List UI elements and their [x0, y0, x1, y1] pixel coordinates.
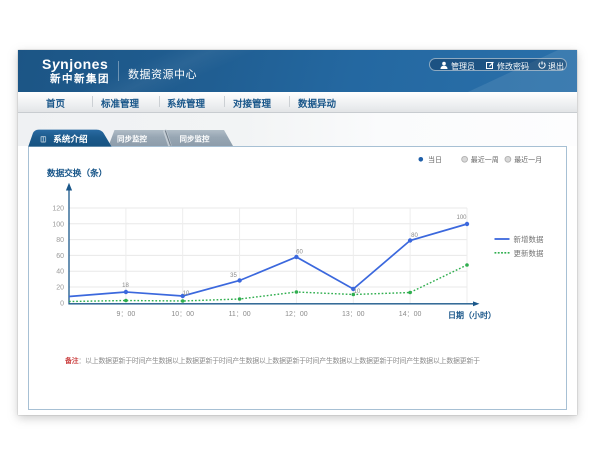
svg-text:同步监控: 同步监控	[117, 133, 147, 143]
svg-text:最近一周: 最近一周	[471, 155, 499, 164]
svg-text:更新数据: 更新数据	[514, 248, 544, 258]
svg-text:当日: 当日	[428, 155, 442, 164]
svg-text:100: 100	[456, 215, 467, 221]
svg-text:120: 120	[52, 206, 64, 213]
svg-text:系统介绍: 系统介绍	[53, 133, 88, 144]
svg-text:11：00: 11：00	[229, 311, 251, 318]
svg-text:18: 18	[122, 283, 129, 289]
svg-text:20: 20	[56, 285, 64, 292]
svg-text:60: 60	[56, 253, 64, 260]
svg-text:新增数据: 新增数据	[514, 234, 544, 244]
svg-text:13：00: 13：00	[342, 311, 365, 318]
svg-text:最近一月: 最近一月	[514, 155, 542, 164]
svg-text:同步监控: 同步监控	[180, 133, 210, 143]
svg-text:60: 60	[296, 250, 303, 256]
svg-text:10: 10	[183, 291, 190, 297]
svg-text:9：00: 9：00	[117, 311, 136, 318]
svg-text:80: 80	[411, 233, 418, 239]
svg-text:40: 40	[56, 269, 64, 276]
svg-text:100: 100	[52, 221, 64, 228]
svg-text:10：00: 10：00	[171, 311, 194, 318]
svg-text:数据交换（条）: 数据交换（条）	[47, 167, 107, 178]
svg-text:12：00: 12：00	[285, 311, 308, 318]
svg-text:10: 10	[354, 289, 361, 295]
svg-text:35: 35	[230, 273, 237, 279]
svg-text:日期（小时）: 日期（小时）	[448, 310, 496, 320]
svg-text:0: 0	[60, 300, 64, 307]
svg-text:14：00: 14：00	[399, 311, 422, 318]
svg-text:80: 80	[56, 237, 64, 244]
